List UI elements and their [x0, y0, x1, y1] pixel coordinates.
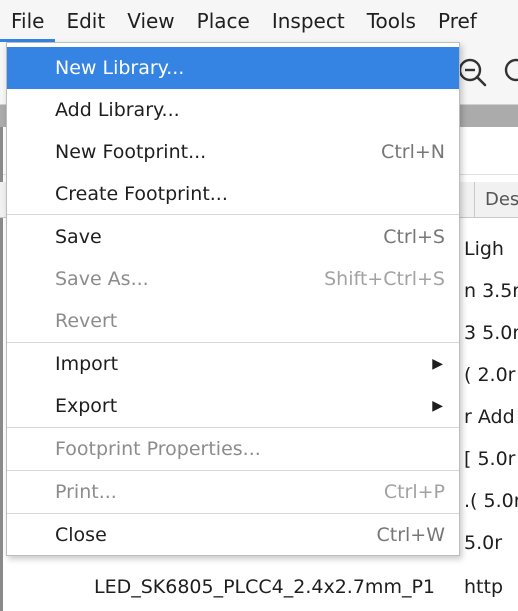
- zoom-out-icon[interactable]: [456, 52, 490, 92]
- submenu-arrow-icon: ▶: [432, 356, 443, 372]
- menu-inspect[interactable]: Inspect: [261, 0, 356, 42]
- file-menu: New Library... Add Library... New Footpr…: [6, 42, 460, 556]
- menu-item-label: Close: [55, 524, 107, 546]
- menu-item-shortcut: Shift+Ctrl+S: [324, 268, 445, 290]
- menu-view[interactable]: View: [116, 0, 185, 42]
- menu-file[interactable]: File: [0, 0, 56, 42]
- menu-item-new-library[interactable]: New Library...: [7, 47, 459, 89]
- menu-item-label: Revert: [55, 310, 118, 332]
- menu-preferences[interactable]: Pref: [427, 0, 488, 42]
- row-desc: r Add: [464, 406, 515, 428]
- menu-item-label: Save As...: [55, 268, 149, 290]
- submenu-arrow-icon: ▶: [432, 398, 443, 414]
- menu-item-label: Print...: [55, 481, 117, 503]
- menu-item-create-footprint[interactable]: Create Footprint...: [7, 173, 459, 215]
- menu-item-shortcut: Ctrl+S: [383, 226, 445, 248]
- menu-bar: File Edit View Place Inspect Tools Pref: [0, 0, 518, 42]
- menu-item-label: Save: [55, 226, 102, 248]
- row-name: LED_SK6805_PLCC4_2.4x2.7mm_P1: [94, 576, 435, 598]
- row-desc: http: [464, 576, 504, 598]
- row-desc: 5.0r: [464, 532, 503, 554]
- row-desc: 3 5.0r: [464, 322, 518, 344]
- menu-item-label: Footprint Properties...: [55, 438, 261, 460]
- row-desc: ( 2.0r: [464, 364, 516, 386]
- menu-item-label: Add Library...: [55, 99, 180, 121]
- menu-place[interactable]: Place: [186, 0, 261, 42]
- menu-item-label: Create Footprint...: [55, 183, 228, 205]
- menu-item-add-library[interactable]: Add Library...: [7, 89, 459, 131]
- menu-item-label: New Footprint...: [55, 141, 207, 163]
- menu-separator: [7, 214, 459, 215]
- menu-item-shortcut: Ctrl+P: [383, 481, 445, 503]
- menu-item-label: New Library...: [55, 57, 185, 79]
- menu-item-import[interactable]: Import ▶: [7, 343, 459, 385]
- menu-item-footprint-properties[interactable]: Footprint Properties...: [7, 428, 459, 470]
- row-desc: [ 5.0r: [464, 448, 516, 470]
- row-desc: .( 5.0r: [464, 490, 518, 512]
- zoom-fit-icon[interactable]: [500, 52, 518, 92]
- menu-item-save[interactable]: Save Ctrl+S: [7, 216, 459, 258]
- column-description-header[interactable]: Des: [474, 182, 518, 218]
- row-desc: Ligh: [464, 238, 504, 260]
- menu-item-export[interactable]: Export ▶: [7, 385, 459, 427]
- menu-item-print[interactable]: Print... Ctrl+P: [7, 471, 459, 513]
- menu-item-save-as[interactable]: Save As... Shift+Ctrl+S: [7, 258, 459, 300]
- menu-tools[interactable]: Tools: [356, 0, 427, 42]
- menu-item-label: Export: [55, 395, 118, 417]
- row-desc: n 3.5r: [464, 280, 518, 302]
- menu-edit[interactable]: Edit: [55, 0, 116, 42]
- menu-item-shortcut: Ctrl+N: [381, 141, 445, 163]
- menu-item-revert[interactable]: Revert: [7, 300, 459, 342]
- menu-item-new-footprint[interactable]: New Footprint... Ctrl+N: [7, 131, 459, 173]
- menu-item-close[interactable]: Close Ctrl+W: [7, 514, 459, 556]
- table-row[interactable]: LED_SK6805_PLCC4_2.4x2.7mm_P1 http: [6, 566, 518, 608]
- menu-item-shortcut: Ctrl+W: [376, 524, 445, 546]
- menu-item-label: Import: [55, 353, 119, 375]
